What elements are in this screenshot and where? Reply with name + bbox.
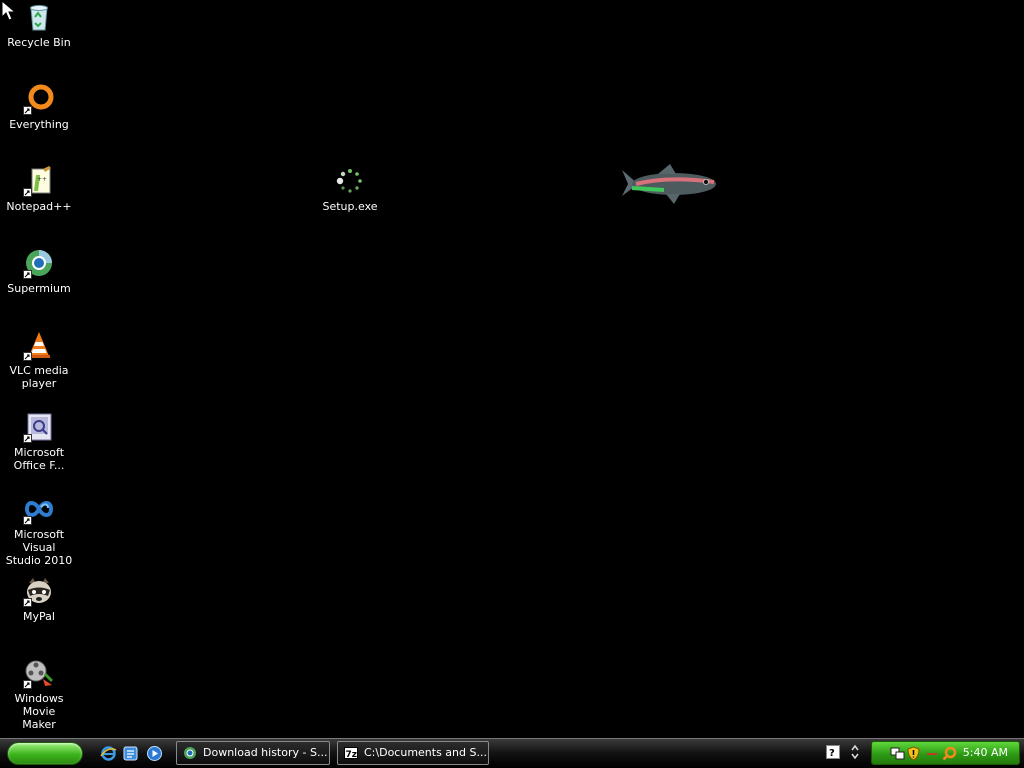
- shortcut-arrow-icon: [23, 434, 32, 443]
- icon-label: Everything: [9, 118, 69, 131]
- movie-maker-film-icon: [23, 657, 55, 689]
- icon-label: Recycle Bin: [7, 36, 71, 49]
- supermium-browser-icon: [23, 247, 55, 279]
- desktop-icon-everything[interactable]: Everything: [0, 83, 78, 131]
- svg-text:7z: 7z: [346, 750, 358, 760]
- icon-label: Notepad++: [6, 200, 72, 213]
- network-icon[interactable]: [890, 746, 905, 761]
- everything-search-icon: [23, 83, 55, 115]
- desktop-icon-mypal[interactable]: MyPal: [0, 575, 78, 623]
- desktop-icon-visual-studio[interactable]: Microsoft Visual Studio 2010: [0, 493, 78, 567]
- icon-label: Microsoft Office F...: [13, 446, 65, 472]
- taskbar-button-download-history[interactable]: Download history - S...: [176, 741, 330, 765]
- taskbar-button-label: C:\Documents and S...: [364, 746, 487, 759]
- desktop-icon-microsoft-office[interactable]: Microsoft Office F...: [0, 411, 78, 472]
- fish-wallpaper-image: [622, 164, 716, 204]
- desktop-icon-notepad-plus-plus[interactable]: ++ Notepad++: [0, 165, 78, 213]
- icon-label: Setup.exe: [322, 200, 378, 213]
- desktop-icon-setup-exe[interactable]: Setup.exe: [311, 165, 389, 213]
- svg-text:?: ?: [829, 748, 835, 759]
- taskbar-button-documents-folder[interactable]: 7z C:\Documents and S...: [337, 741, 489, 765]
- office-document-icon: [23, 411, 55, 443]
- shortcut-arrow-icon: [23, 106, 32, 115]
- tray-expand-icon[interactable]: [850, 742, 860, 762]
- security-shield-icon[interactable]: [906, 746, 921, 761]
- shortcut-arrow-icon: [23, 352, 32, 361]
- icon-label: Windows Movie Maker: [14, 692, 64, 731]
- mouse-cursor-icon: [1, 0, 17, 21]
- shortcut-arrow-icon: [23, 188, 32, 197]
- help-icon[interactable]: ?: [826, 745, 840, 759]
- desktop-icon-windows-movie-maker[interactable]: Windows Movie Maker: [0, 657, 78, 731]
- vlc-cone-icon: [23, 329, 55, 361]
- taskbar-clock[interactable]: 5:40 AM: [963, 746, 1008, 759]
- supermium-browser-icon: [183, 746, 197, 760]
- arrow-icon[interactable]: [925, 746, 940, 761]
- shortcut-arrow-icon: [23, 270, 32, 279]
- shortcut-arrow-icon: [23, 598, 32, 607]
- 7zip-icon: 7z: [344, 746, 358, 760]
- internet-explorer-icon[interactable]: [100, 745, 117, 762]
- icon-label: Microsoft Visual Studio 2010: [5, 528, 73, 567]
- icon-label: VLC media player: [9, 364, 69, 390]
- mypal-raccoon-icon: [23, 575, 55, 607]
- system-tray: 5:40 AM: [871, 741, 1020, 765]
- shortcut-arrow-icon: [23, 516, 32, 525]
- media-player-icon[interactable]: [146, 745, 163, 762]
- recycle-bin-icon: [23, 1, 55, 33]
- svg-text:++: ++: [37, 176, 47, 183]
- visual-studio-icon: [23, 493, 55, 525]
- shortcut-arrow-icon: [23, 680, 32, 689]
- desktop-icon-vlc[interactable]: VLC media player: [0, 329, 78, 390]
- desktop-icon-supermium[interactable]: Supermium: [0, 247, 78, 295]
- loading-spinner-icon: [334, 165, 366, 197]
- icon-label: MyPal: [23, 610, 55, 623]
- taskbar-button-label: Download history - S...: [203, 746, 328, 759]
- icon-label: Supermium: [7, 282, 71, 295]
- desktop[interactable]: Recycle Bin Everything ++ Notepad++ Supe…: [0, 0, 1024, 738]
- desktop-switch-icon[interactable]: [122, 745, 139, 762]
- notepad-plus-plus-icon: ++: [23, 165, 55, 197]
- start-button[interactable]: [7, 742, 83, 765]
- search-icon[interactable]: [942, 746, 957, 761]
